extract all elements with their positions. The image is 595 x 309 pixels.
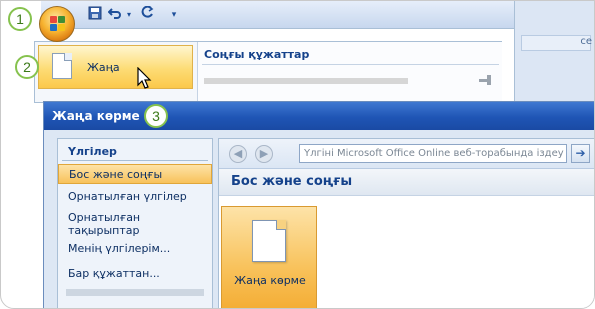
templates-content-pane: ◀ ▶ Үлгіні Microsoft Office Online веб-т… [218, 138, 594, 308]
new-presentation-dialog: Жаңа көрме Үлгілер Бос және соңғы Орнаты… [43, 101, 594, 308]
templates-header: Үлгілер [68, 145, 117, 158]
blank-presentation-template[interactable]: Жаңа көрме [221, 206, 317, 308]
dialog-title: Жаңа көрме [52, 109, 140, 123]
forward-icon[interactable]: ▶ [255, 145, 273, 163]
template-category-my-templates[interactable]: Менің үлгілерім... [58, 239, 212, 259]
undo-icon[interactable] [107, 6, 123, 24]
search-go-button[interactable]: ➔ [571, 144, 590, 163]
recent-documents-pane: Соңғы құжаттар [197, 42, 502, 102]
search-toolbar: ◀ ▶ Үлгіні Microsoft Office Online веб-т… [219, 139, 594, 169]
section-title: Бос және соңғы [231, 174, 353, 189]
divider [62, 160, 208, 161]
app-background: се [514, 1, 594, 101]
quick-access-toolbar: ▾ ▾ [41, 1, 514, 29]
new-menu-item[interactable]: Жаңа [38, 45, 193, 89]
dialog-title-bar[interactable]: Жаңа көрме [44, 102, 594, 130]
redo-icon[interactable] [139, 5, 155, 24]
new-menu-label: Жаңа [87, 61, 120, 74]
office-button[interactable] [39, 6, 75, 42]
recent-documents-title: Соңғы құжаттар [204, 48, 310, 61]
template-category-from-existing[interactable]: Бар құжаттан... [58, 264, 212, 284]
save-icon[interactable] [87, 6, 103, 24]
template-category-installed-themes[interactable]: Орнатылған тақырыптар [58, 209, 212, 237]
office-logo-icon [50, 16, 66, 32]
ribbon-tab-label: се [580, 36, 592, 47]
callout-2: 2 [15, 55, 39, 79]
search-input[interactable]: Үлгіні Microsoft Office Online веб-тораб… [299, 144, 567, 163]
back-icon[interactable]: ◀ [229, 145, 247, 163]
section-header: Бос және соңғы [219, 169, 594, 196]
undo-dropdown-icon[interactable]: ▾ [125, 6, 133, 24]
office-menu: Жаңа Соңғы құжаттар [34, 41, 502, 103]
screenshot-frame: се ▾ ▾ 1 2 Жаңа Соңғы құжаттар Жаңа көрм… [0, 0, 595, 309]
recent-document-entry[interactable] [204, 78, 408, 84]
template-label: Жаңа көрме [234, 274, 306, 287]
divider [202, 64, 499, 65]
callout-1: 1 [8, 7, 32, 31]
callout-3: 3 [144, 104, 168, 128]
mouse-cursor-icon [137, 67, 152, 89]
pin-icon[interactable] [479, 74, 493, 86]
new-document-icon [52, 53, 72, 79]
blank-document-icon [252, 220, 286, 262]
template-category-blank-recent[interactable]: Бос және соңғы [58, 164, 212, 184]
customize-icon[interactable]: ▾ [169, 6, 179, 24]
template-category-item[interactable] [66, 289, 204, 296]
template-category-installed-templates[interactable]: Орнатылған үлгілер [58, 187, 212, 207]
templates-pane: Үлгілер Бос және соңғы Орнатылған үлгіле… [57, 138, 213, 308]
